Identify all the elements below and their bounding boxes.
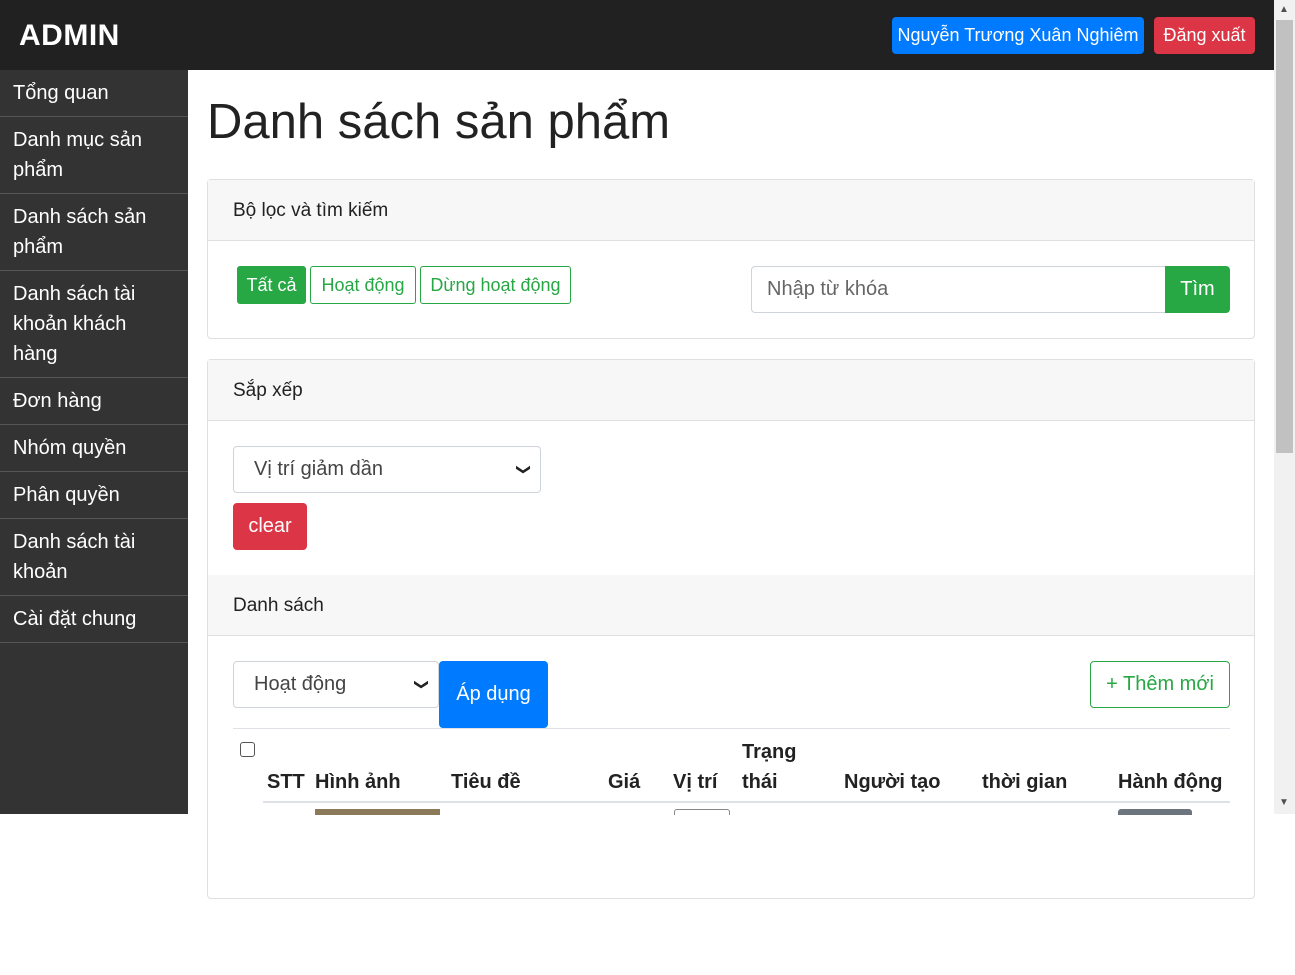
sort-select[interactable]: Vị trí giảm dần ❯ [233, 446, 541, 493]
logout-button[interactable]: Đăng xuất [1154, 17, 1255, 54]
scroll-down-arrow-icon[interactable]: ▼ [1279, 797, 1289, 808]
position-input[interactable] [674, 809, 730, 815]
column-header-image: Hình ảnh [315, 771, 401, 793]
sidebar-item-products[interactable]: Danh sách sản phẩm [0, 194, 188, 271]
sidebar-item-customer-accounts[interactable]: Danh sách tài khoản khách hàng [0, 271, 188, 378]
sidebar-item-overview[interactable]: Tổng quan [0, 70, 188, 117]
search-button[interactable]: Tìm [1165, 266, 1230, 313]
brand-logo[interactable]: ADMIN [19, 19, 120, 53]
clear-button[interactable]: clear [233, 503, 307, 550]
sidebar-item-roles[interactable]: Nhóm quyền [0, 425, 188, 472]
page-title: Danh sách sản phẩm [207, 95, 671, 149]
list-card-header: Danh sách [208, 575, 1254, 636]
sidebar: Tổng quan Danh mục sản phẩm Danh sách sả… [0, 70, 188, 814]
user-profile-button[interactable]: Nguyễn Trương Xuân Nghiêm [892, 17, 1144, 54]
column-header-position: Vị trí [673, 771, 718, 793]
scroll-up-arrow-icon[interactable]: ▲ [1279, 4, 1289, 15]
product-thumbnail [315, 809, 440, 815]
chevron-down-icon: ❯ [414, 678, 431, 691]
list-section: Danh sách Hoạt động ❯ Áp dụng + Thêm mới… [208, 575, 1254, 975]
sidebar-item-orders[interactable]: Đơn hàng [0, 378, 188, 425]
column-header-time: thời gian [982, 771, 1068, 793]
sidebar-item-accounts[interactable]: Danh sách tài khoản [0, 519, 188, 596]
action-button[interactable] [1118, 809, 1192, 815]
column-header-stt: STT [267, 771, 305, 793]
status-select-value: Hoạt động [254, 673, 347, 695]
filter-card: Bộ lọc và tìm kiếm Tất cả Hoạt động Dừng… [207, 179, 1255, 339]
sort-card-header: Sắp xếp [208, 360, 1254, 421]
scrollbar[interactable]: ▲ ▼ [1274, 0, 1295, 814]
search-input[interactable] [751, 266, 1167, 313]
sidebar-item-settings[interactable]: Cài đặt chung [0, 596, 188, 643]
top-navbar: ADMIN Nguyễn Trương Xuân Nghiêm Đăng xuấ… [0, 0, 1274, 70]
sidebar-item-permissions[interactable]: Phân quyền [0, 472, 188, 519]
table-top-border [233, 728, 1230, 729]
filter-active-button[interactable]: Hoạt động [310, 266, 416, 304]
column-header-creator: Người tạo [844, 771, 941, 793]
sort-select-value: Vị trí giảm dần [254, 458, 383, 480]
sort-card: Sắp xếp Vị trí giảm dần ❯ clear Danh sác… [207, 359, 1255, 899]
add-new-button[interactable]: + Thêm mới [1090, 661, 1230, 708]
filter-inactive-button[interactable]: Dừng hoạt động [420, 266, 571, 304]
table-header-divider [263, 801, 1230, 803]
column-header-status: Trạng thái [742, 741, 797, 793]
column-header-actions: Hành động [1118, 771, 1223, 793]
select-all-checkbox[interactable] [240, 742, 255, 757]
sidebar-item-product-categories[interactable]: Danh mục sản phẩm [0, 117, 188, 194]
column-header-price: Giá [608, 771, 641, 793]
filter-all-button[interactable]: Tất cả [237, 266, 306, 304]
filter-card-header: Bộ lọc và tìm kiếm [208, 180, 1254, 241]
scrollbar-thumb[interactable] [1276, 20, 1293, 453]
status-select[interactable]: Hoạt động ❯ [233, 661, 439, 708]
chevron-down-icon: ❯ [516, 463, 533, 476]
apply-button[interactable]: Áp dụng [439, 661, 548, 728]
column-header-title: Tiêu đề [451, 771, 521, 793]
